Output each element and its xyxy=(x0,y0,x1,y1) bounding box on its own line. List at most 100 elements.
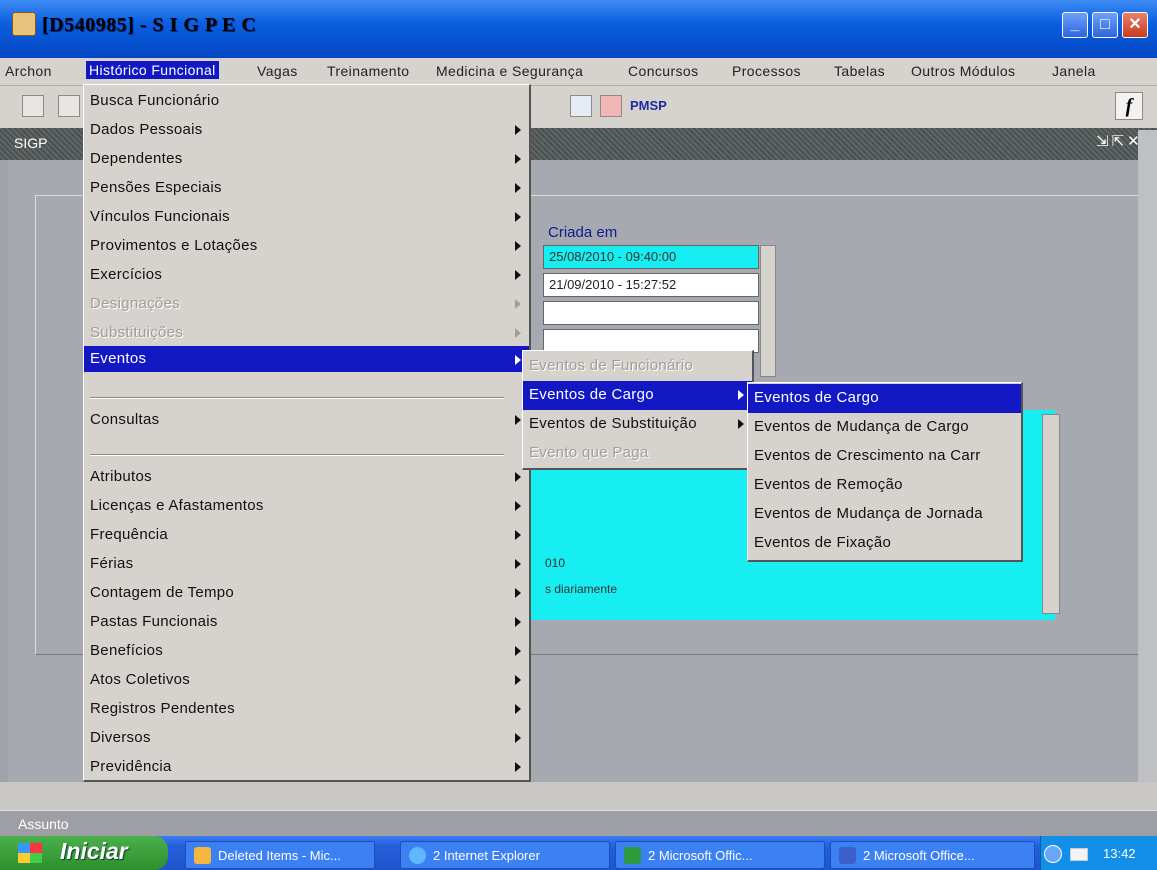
menu-item-dados-pessoais[interactable]: Dados Pessoais xyxy=(84,116,529,145)
menu-separator xyxy=(90,454,504,456)
menu-item-mudanca-jornada[interactable]: Eventos de Mudança de Jornada xyxy=(748,500,1021,529)
menu-processos[interactable]: Processos xyxy=(732,63,801,79)
criada-em-header: Criada em xyxy=(548,224,618,241)
submenu-arrow-icon xyxy=(515,415,521,425)
submenu-arrow-icon xyxy=(515,241,521,251)
menu-item-cargo-eventos-de-cargo[interactable]: Eventos de Cargo xyxy=(748,384,1021,413)
menu-item-provimentos-lotacoes[interactable]: Provimentos e Lotações xyxy=(84,232,529,261)
date-field-row1[interactable]: 25/08/2010 - 09:40:00 xyxy=(543,245,759,269)
clock: 13:42 xyxy=(1103,846,1136,861)
submenu-arrow-icon xyxy=(515,328,521,338)
menu-item-beneficios[interactable]: Benefícios xyxy=(84,637,529,666)
submenu-arrow-icon xyxy=(515,675,521,685)
function-button[interactable]: f xyxy=(1115,92,1143,120)
menu-item-registros-pendentes[interactable]: Registros Pendentes xyxy=(84,695,529,724)
date-field-row3[interactable] xyxy=(543,301,759,325)
text-area-line1: 010 xyxy=(545,556,566,570)
menu-archon[interactable]: Archon xyxy=(5,63,52,79)
inner-window-controls[interactable]: ⇲⇱✕ xyxy=(1096,132,1143,150)
historico-funcional-menu: Busca Funcionário Dados Pessoais Depende… xyxy=(83,84,531,782)
menu-item-eventos-substituicao[interactable]: Eventos de Substituição xyxy=(523,410,752,439)
menu-item-atos-coletivos[interactable]: Atos Coletivos xyxy=(84,666,529,695)
menu-item-crescimento-carreira[interactable]: Eventos de Crescimento na Carr xyxy=(748,442,1021,471)
save-icon[interactable] xyxy=(22,95,44,117)
menu-item-vinculos-funcionais[interactable]: Vínculos Funcionais xyxy=(84,203,529,232)
text-area-line2: s diariamente xyxy=(545,582,618,596)
word-icon xyxy=(839,847,856,864)
excel-icon xyxy=(624,847,641,864)
minimize-button[interactable]: _ xyxy=(1062,12,1088,38)
eventos-submenu: Eventos de Funcionário Eventos de Cargo … xyxy=(522,350,754,470)
submenu-arrow-icon xyxy=(515,617,521,627)
menu-item-ferias[interactable]: Férias xyxy=(84,550,529,579)
menu-item-pensoes-especiais[interactable]: Pensões Especiais xyxy=(84,174,529,203)
menu-outros-modulos[interactable]: Outros Módulos xyxy=(911,63,1015,79)
menu-item-mudanca-de-cargo[interactable]: Eventos de Mudança de Cargo xyxy=(748,413,1021,442)
submenu-arrow-icon xyxy=(515,154,521,164)
menu-janela[interactable]: Janela xyxy=(1052,63,1096,79)
task-microsoft-office-word[interactable]: 2 Microsoft Office... xyxy=(830,841,1035,869)
submenu-arrow-icon xyxy=(515,559,521,569)
grid-scrollbar[interactable] xyxy=(760,245,776,377)
app-icon xyxy=(12,12,36,36)
transfer-icon[interactable] xyxy=(600,95,622,117)
eventos-cargo-submenu: Eventos de Cargo Eventos de Mudança de C… xyxy=(747,382,1023,562)
menu-item-diversos[interactable]: Diversos xyxy=(84,724,529,753)
submenu-arrow-icon xyxy=(515,212,521,222)
menu-item-eventos[interactable]: Eventos xyxy=(84,346,529,372)
menu-item-consultas[interactable]: Consultas xyxy=(84,406,529,435)
outlook-icon xyxy=(194,847,211,864)
menu-item-dependentes[interactable]: Dependentes xyxy=(84,145,529,174)
submenu-arrow-icon xyxy=(738,419,744,429)
task-internet-explorer[interactable]: 2 Internet Explorer xyxy=(400,841,610,869)
menu-item-designacoes: Designações xyxy=(84,290,529,319)
menu-item-fixacao[interactable]: Eventos de Fixação xyxy=(748,529,1021,558)
submenu-arrow-icon xyxy=(515,530,521,540)
pmsp-label[interactable]: PMSP xyxy=(630,98,667,113)
mail-icon[interactable] xyxy=(1070,848,1088,861)
submenu-arrow-icon xyxy=(515,183,521,193)
vertical-scrollbar[interactable] xyxy=(1138,130,1157,810)
inner-window-title: SIGP xyxy=(14,135,48,151)
ie-icon xyxy=(409,847,426,864)
menu-item-previdencia[interactable]: Previdência xyxy=(84,753,529,782)
menu-item-remocao[interactable]: Eventos de Remoção xyxy=(748,471,1021,500)
tray-collapse-icon[interactable] xyxy=(1044,845,1062,863)
menu-item-atributos[interactable]: Atributos xyxy=(84,463,529,492)
menu-tabelas[interactable]: Tabelas xyxy=(834,63,885,79)
menu-item-exercicios[interactable]: Exercícios xyxy=(84,261,529,290)
delete-icon[interactable] xyxy=(58,95,80,117)
menu-vagas[interactable]: Vagas xyxy=(257,63,298,79)
status-text: Assunto xyxy=(18,816,69,832)
window-title: [D540985] - S I G P E C xyxy=(42,14,257,36)
menu-bar: Archon Histórico Funcional Vagas Treinam… xyxy=(0,58,1157,86)
menu-treinamento[interactable]: Treinamento xyxy=(327,63,409,79)
task-microsoft-office-excel[interactable]: 2 Microsoft Offic... xyxy=(615,841,825,869)
menu-concursos[interactable]: Concursos xyxy=(628,63,699,79)
menu-item-contagem-tempo[interactable]: Contagem de Tempo xyxy=(84,579,529,608)
submenu-arrow-icon xyxy=(515,733,521,743)
menu-item-frequencia[interactable]: Frequência xyxy=(84,521,529,550)
windows-logo-icon xyxy=(18,843,42,863)
maximize-button[interactable]: □ xyxy=(1092,12,1118,38)
task-deleted-items[interactable]: Deleted Items - Mic... xyxy=(185,841,375,869)
menu-item-licencas-afastamentos[interactable]: Licenças e Afastamentos xyxy=(84,492,529,521)
menu-item-eventos-funcionario: Eventos de Funcionário xyxy=(529,357,694,374)
menu-separator xyxy=(90,397,504,399)
menu-item-busca-funcionario[interactable]: Busca Funcionário xyxy=(84,87,529,116)
submenu-arrow-icon xyxy=(515,588,521,598)
submenu-arrow-icon xyxy=(515,125,521,135)
print-icon[interactable] xyxy=(570,95,592,117)
close-button[interactable]: ✕ xyxy=(1122,12,1148,38)
menu-medicina-seguranca[interactable]: Medicina e Segurança xyxy=(436,63,583,79)
horizontal-scrollbar[interactable] xyxy=(0,782,1157,810)
text-area-scrollbar[interactable] xyxy=(1042,414,1060,614)
menu-item-eventos-de-cargo[interactable]: Eventos de Cargo xyxy=(523,381,752,410)
submenu-arrow-icon xyxy=(515,501,521,511)
menu-historico-funcional[interactable]: Histórico Funcional xyxy=(86,61,219,79)
date-field-row2[interactable]: 21/09/2010 - 15:27:52 xyxy=(543,273,759,297)
submenu-arrow-icon xyxy=(515,646,521,656)
menu-item-pastas-funcionais[interactable]: Pastas Funcionais xyxy=(84,608,529,637)
submenu-arrow-icon xyxy=(515,355,521,365)
submenu-arrow-icon xyxy=(515,472,521,482)
